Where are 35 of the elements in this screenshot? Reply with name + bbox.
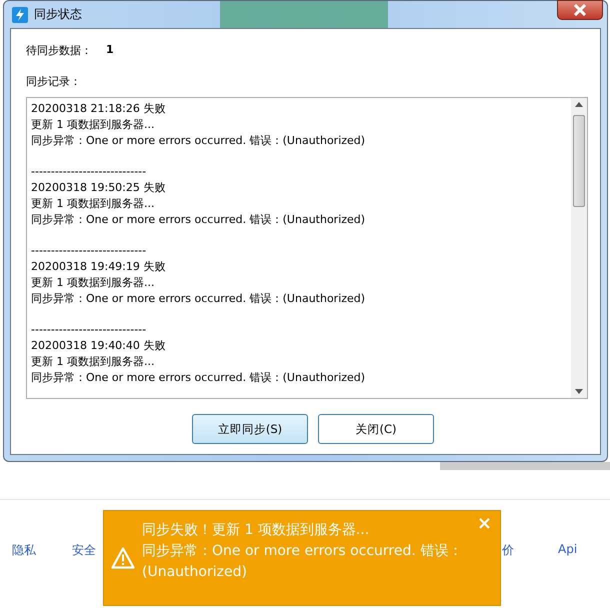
log-line: 更新 1 项数据到服务器... bbox=[31, 196, 156, 212]
log-line: 20200318 19:40:40 失败 bbox=[31, 338, 166, 354]
warning-icon bbox=[111, 547, 135, 569]
dialog-button[interactable]: 立即同步(S) bbox=[192, 414, 308, 444]
log-line: 更新 1 项数据到服务器... bbox=[31, 354, 156, 370]
toast-title: 同步失败！更新 1 项数据到服务器... bbox=[142, 520, 370, 540]
scroll-up-icon[interactable] bbox=[575, 102, 583, 107]
footer-link[interactable]: 隐私 bbox=[12, 542, 36, 559]
log-separator: ----------------------------- bbox=[31, 323, 146, 336]
pending-label: 待同步数据： bbox=[26, 43, 92, 58]
log-line: 同步异常：One or more errors occurred. 错误：(Unauthorized) bbox=[31, 212, 366, 228]
pending-count: 1 bbox=[106, 43, 114, 58]
log-line: 更新 1 项数据到服务器... bbox=[31, 116, 156, 133]
lightning-icon bbox=[12, 6, 28, 22]
log-line: 20200318 19:50:25 失败 bbox=[31, 180, 166, 196]
log-line: 更新 1 项数据到服务器... bbox=[31, 274, 156, 291]
toast-message: 同步异常：One or more errors occurred. 错误：(Unauthorized) bbox=[142, 542, 464, 582]
scrollbar[interactable] bbox=[571, 98, 587, 398]
log-separator: ----------------------------- bbox=[31, 165, 146, 178]
scrollbar-thumb[interactable] bbox=[573, 115, 585, 207]
footer-link[interactable]: 价 bbox=[502, 542, 514, 559]
log-line: 同步异常：One or more errors occurred. 错误：(Unauthorized) bbox=[31, 290, 366, 306]
log-line: 20200318 21:18:26 失败 bbox=[31, 101, 166, 117]
log-label: 同步记录： bbox=[26, 74, 82, 89]
close-button[interactable] bbox=[557, 0, 603, 20]
log-line: 20200318 19:49:19 失败 bbox=[31, 258, 166, 275]
dialog-button[interactable]: 关闭(C) bbox=[318, 414, 434, 444]
log-line: 同步异常：One or more errors occurred. 错误：(Unauthorized) bbox=[31, 132, 366, 148]
log-line: 同步异常：One or more errors occurred. 错误：(Unauthorized) bbox=[31, 370, 366, 386]
close-icon bbox=[573, 4, 587, 16]
footer-link[interactable]: Api bbox=[558, 542, 578, 559]
footer-link[interactable]: 安全 bbox=[72, 542, 96, 559]
window-title: 同步状态 bbox=[34, 6, 82, 23]
scroll-down-icon[interactable] bbox=[575, 389, 583, 394]
log-separator: ----------------------------- bbox=[31, 244, 146, 258]
